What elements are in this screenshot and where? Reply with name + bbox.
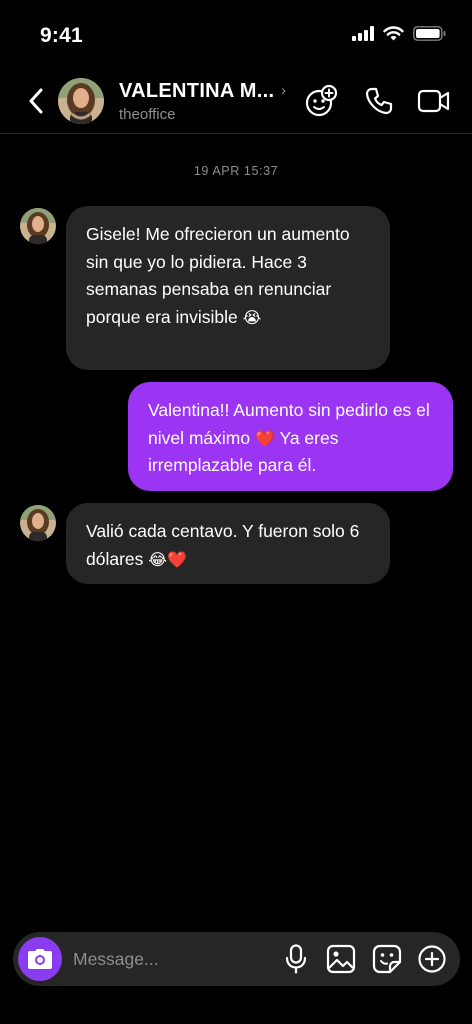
message-timestamp: 19 APR 15:37 [193, 164, 279, 178]
message-bubble-incoming[interactable]: Gisele! Me ofrecieron un aumento sin que… [66, 206, 390, 370]
message-input[interactable] [73, 946, 273, 972]
message-composer [13, 932, 460, 986]
phone-icon [365, 87, 393, 115]
laugh-heart-emoji: 😂❤️ [148, 549, 187, 569]
message-text: Valió cada centavo. Y fueron solo 6 dóla… [86, 521, 360, 569]
voice-message-button[interactable] [279, 942, 313, 976]
mic-icon [285, 944, 307, 974]
battery-icon [413, 26, 446, 41]
image-icon [326, 944, 356, 974]
chevron-left-icon [29, 88, 43, 114]
back-button[interactable] [22, 84, 50, 118]
signal-icon [352, 26, 374, 41]
camera-icon [28, 949, 52, 969]
avatar-image [20, 505, 56, 541]
more-button[interactable] [415, 942, 449, 976]
gallery-button[interactable] [324, 942, 358, 976]
contact-avatar[interactable] [58, 78, 104, 124]
message-bubble-incoming[interactable]: Valió cada centavo. Y fueron solo 6 dóla… [66, 503, 390, 584]
face-add-icon [305, 84, 338, 117]
message-bubble-outgoing[interactable]: Valentina!! Aumento sin pedirlo es el ni… [128, 382, 453, 491]
sticker-button[interactable] [370, 942, 404, 976]
avatar-image [58, 78, 104, 124]
chevron-right-icon: › [281, 82, 286, 99]
call-button[interactable] [360, 82, 398, 120]
camera-button[interactable] [18, 937, 62, 981]
chat-header: VALENTINA M... › theoffice [0, 70, 472, 134]
contact-username: theoffice [119, 106, 176, 123]
message-text: Gisele! Me ofrecieron un aumento sin que… [86, 224, 350, 327]
video-call-button[interactable] [415, 82, 453, 120]
sender-avatar[interactable] [20, 505, 56, 541]
sticker-icon [372, 944, 402, 974]
crying-emoji: 😭 [242, 307, 262, 327]
status-time: 9:41 [40, 24, 83, 47]
status-icons [352, 26, 446, 41]
avatar-image [20, 208, 56, 244]
heart-emoji: ❤️ [255, 428, 275, 448]
video-icon [417, 89, 450, 113]
wifi-icon [383, 26, 404, 41]
contact-name[interactable]: VALENTINA M... [119, 80, 274, 103]
effects-button[interactable] [302, 82, 340, 120]
plus-circle-icon [418, 945, 446, 973]
status-bar: 9:41 [0, 0, 472, 70]
sender-avatar[interactable] [20, 208, 56, 244]
